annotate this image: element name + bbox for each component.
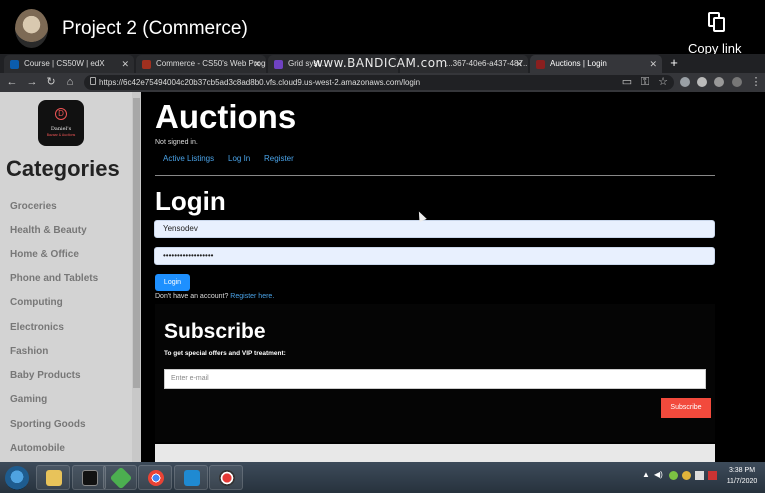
screen: Project 2 (Commerce) Copy link Course | …	[0, 0, 765, 493]
copy-icon[interactable]	[708, 12, 726, 32]
app-taskbar-button[interactable]	[103, 465, 137, 490]
back-arrow-icon[interactable]: ←	[5, 75, 19, 89]
nav-log-in[interactable]: Log In	[228, 154, 250, 163]
taskbar-clock[interactable]: 3:38 PM 11/7/2020	[722, 465, 762, 487]
category-gaming[interactable]: Gaming	[10, 394, 47, 405]
forward-arrow-icon[interactable]: →	[25, 75, 39, 89]
category-sporting-goods[interactable]: Sporting Goods	[10, 419, 86, 430]
category-home-office[interactable]: Home & Office	[10, 249, 79, 260]
close-icon[interactable]: ✕	[649, 55, 657, 73]
puzzle-icon[interactable]	[714, 77, 724, 87]
footer-strip	[155, 444, 715, 462]
category-baby-products[interactable]: Baby Products	[10, 370, 81, 381]
extension-icon[interactable]	[680, 77, 690, 87]
tab-auctions-login[interactable]: Auctions | Login ✕	[530, 55, 662, 73]
close-icon[interactable]: ✕	[253, 55, 261, 73]
chrome-taskbar-button[interactable]	[138, 465, 172, 490]
tray-app-icon[interactable]	[682, 471, 691, 480]
subscribe-heading: Subscribe	[164, 320, 266, 343]
url-text[interactable]: https://6c42e75494004c20b37cb5ad3c8ad8b0…	[99, 75, 420, 90]
bandicam-watermark: www.BANDICAM.com	[313, 56, 448, 70]
tab-label: Course | CS50W | edX	[24, 59, 105, 68]
flag-icon[interactable]	[708, 471, 717, 480]
profile-avatar[interactable]	[732, 77, 742, 87]
clock-time: 3:38 PM	[728, 467, 756, 474]
vscode-taskbar-button[interactable]	[174, 465, 208, 490]
web-page: D Daniel's Bazaar & Auctions Categories …	[0, 92, 765, 462]
subscribe-text: To get special offers and VIP treatment:	[164, 350, 286, 357]
extension-icon[interactable]	[697, 77, 707, 87]
category-computing[interactable]: Computing	[10, 297, 63, 308]
category-fashion[interactable]: Fashion	[10, 346, 48, 357]
clock-date: 11/7/2020	[726, 478, 758, 485]
cs50-icon	[142, 60, 151, 69]
reload-icon[interactable]: ↻	[44, 75, 58, 89]
close-icon[interactable]: ✕	[121, 55, 129, 73]
logo-title: Daniel's	[50, 126, 72, 132]
logo-subtitle: Bazaar & Auctions	[46, 133, 76, 137]
network-icon[interactable]	[669, 471, 678, 480]
lock-icon	[90, 77, 96, 85]
category-groceries[interactable]: Groceries	[10, 201, 57, 212]
record-icon	[219, 470, 235, 486]
home-icon[interactable]: ⌂	[63, 75, 77, 89]
terminal-icon	[82, 470, 98, 486]
login-button[interactable]: Login	[155, 274, 190, 291]
category-health-beauty[interactable]: Health & Beauty	[10, 225, 87, 236]
subscribe-section: Subscribe To get special offers and VIP …	[155, 304, 715, 442]
chrome-icon	[148, 470, 164, 486]
email-field[interactable]: Enter e-mail	[164, 369, 706, 389]
show-hidden-icons-icon[interactable]: ▲	[642, 470, 650, 479]
explorer-taskbar-button[interactable]	[36, 465, 70, 490]
tab-commerce[interactable]: Commerce - CS50's Web Progr... ✕	[136, 55, 266, 73]
channel-avatar[interactable]	[15, 9, 48, 48]
video-overlay-header: Project 2 (Commerce) Copy link	[0, 0, 765, 56]
username-field[interactable]: Yensodev	[154, 220, 715, 238]
folder-icon	[46, 470, 62, 486]
category-electronics[interactable]: Electronics	[10, 322, 64, 333]
speaker-icon[interactable]: ◀)	[654, 470, 663, 479]
category-automobile[interactable]: Automobile	[10, 443, 65, 454]
new-tab-button[interactable]: +	[666, 55, 682, 71]
divider	[155, 175, 715, 176]
app-icon	[109, 466, 133, 490]
tab-label: Auctions | Login	[550, 59, 607, 68]
bandicam-taskbar-button[interactable]	[209, 465, 243, 490]
tab-label: Commerce - CS50's Web Progr...	[156, 59, 266, 68]
edx-icon	[10, 60, 19, 69]
menu-icon[interactable]: ⋮	[749, 75, 763, 89]
logo-letter: D	[55, 108, 67, 120]
category-phones-tablets[interactable]: Phone and Tablets	[10, 273, 98, 284]
sidebar: D Daniel's Bazaar & Auctions Categories …	[0, 92, 132, 462]
tab-course-edx[interactable]: Course | CS50W | edX ✕	[4, 55, 134, 73]
windows-taskbar	[0, 462, 765, 493]
start-button[interactable]	[5, 466, 29, 490]
key-icon[interactable]: ⚿	[638, 75, 652, 89]
monitor-icon[interactable]	[695, 471, 704, 480]
nav-active-listings[interactable]: Active Listings	[163, 154, 214, 163]
cast-icon[interactable]: ▭	[620, 75, 634, 89]
login-heading: Login	[155, 186, 226, 216]
sidebar-scrollbar-thumb[interactable]	[133, 98, 140, 388]
no-account-text: Don't have an account? Register here.	[155, 293, 274, 300]
categories-heading: Categories	[6, 156, 120, 181]
site-title: Auctions	[155, 98, 297, 135]
auctions-icon	[536, 60, 545, 69]
close-icon[interactable]: ✕	[515, 55, 523, 73]
site-logo[interactable]: D Daniel's Bazaar & Auctions	[38, 100, 84, 146]
subscribe-button[interactable]: Subscribe	[661, 398, 711, 418]
password-field[interactable]: ••••••••••••••••••	[154, 247, 715, 265]
signin-status: Not signed in.	[155, 139, 198, 146]
bootstrap-icon	[274, 60, 283, 69]
terminal-taskbar-button[interactable]	[72, 465, 106, 490]
register-link[interactable]: Register here.	[230, 293, 274, 300]
nav-register[interactable]: Register	[264, 154, 294, 163]
star-icon[interactable]: ☆	[656, 75, 670, 89]
video-title[interactable]: Project 2 (Commerce)	[62, 18, 248, 40]
main-content: Auctions Not signed in. Active Listings …	[144, 92, 765, 462]
vscode-icon	[184, 470, 200, 486]
no-account-label: Don't have an account?	[155, 293, 229, 300]
